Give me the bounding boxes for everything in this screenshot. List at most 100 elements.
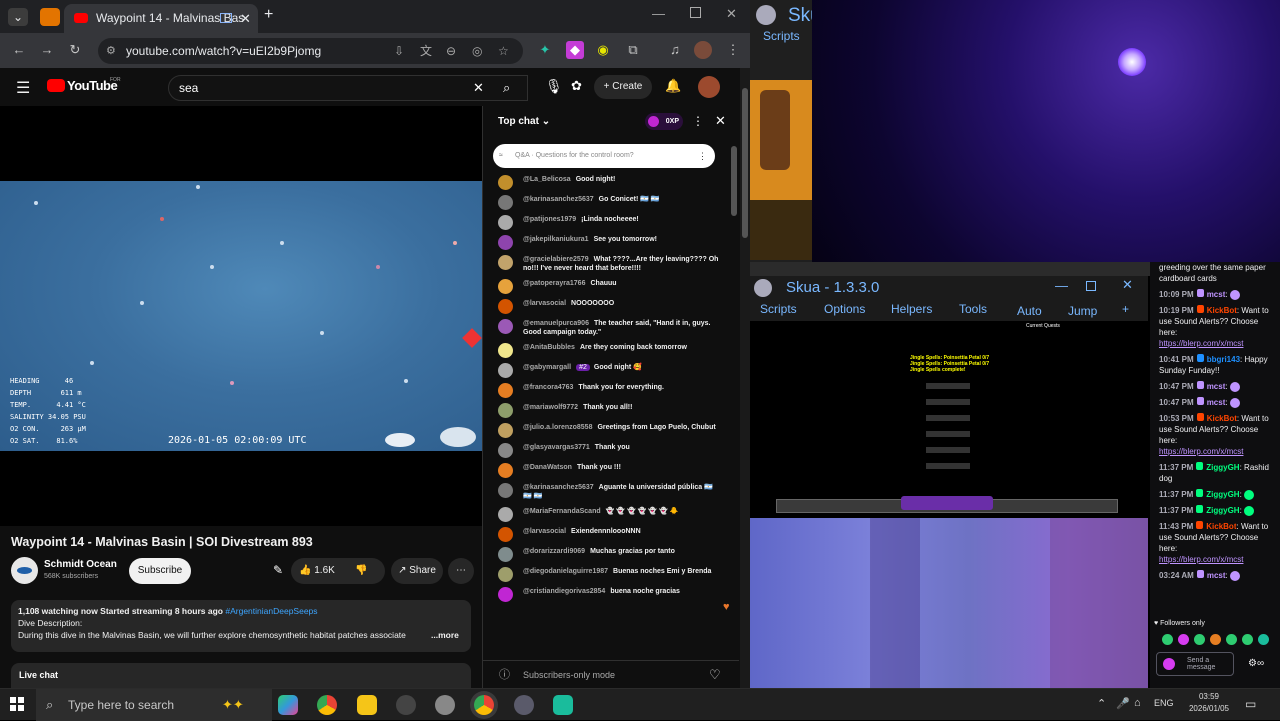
network-icon[interactable]: ⌂	[1134, 697, 1141, 709]
chat-author[interactable]: @patijones1979	[523, 216, 576, 223]
chat-avatar[interactable]	[498, 319, 513, 334]
tray-chevron-icon[interactable]: ⌃	[1097, 697, 1106, 710]
voice-search-icon[interactable]: 🎙	[545, 78, 563, 95]
chat-avatar[interactable]	[498, 507, 513, 522]
emote-icon[interactable]	[1258, 634, 1269, 645]
media-control-icon[interactable]: ♫	[666, 41, 684, 59]
close-window-icon[interactable]: ✕	[726, 6, 737, 22]
drop-item[interactable]	[926, 415, 970, 421]
chat-avatar[interactable]	[498, 255, 513, 270]
chat-author[interactable]: @DanaWatson	[523, 464, 572, 471]
twitch-username[interactable]: mcst	[1207, 571, 1226, 580]
chat-avatar[interactable]	[498, 443, 513, 458]
chat-avatar[interactable]	[498, 383, 513, 398]
chat-avatar[interactable]	[498, 423, 513, 438]
clock[interactable]: 03:59 2026/01/05	[1184, 691, 1234, 715]
skua-menu-auto[interactable]: Auto	[1017, 304, 1042, 318]
hashtag-link[interactable]: #ArgentinianDeepSeeps	[225, 606, 317, 616]
twitch-link[interactable]: https://blerp.com/x/mcst	[1159, 446, 1274, 457]
app-icon[interactable]	[553, 695, 573, 715]
chat-author[interactable]: @larvasocial	[523, 528, 566, 535]
chat-options-icon[interactable]: ⋮	[692, 114, 704, 128]
reload-icon[interactable]: ↻	[66, 41, 84, 59]
zoom-icon[interactable]: ⊖	[446, 38, 456, 64]
extension-icon[interactable]: ◉	[594, 41, 612, 59]
chrome-icon[interactable]	[317, 695, 337, 715]
create-button[interactable]: + Create	[594, 75, 652, 99]
skua-menu-options[interactable]: Options	[824, 302, 865, 316]
menu-icon[interactable]: ☰	[16, 78, 30, 98]
dislike-icon[interactable]: 👎	[355, 558, 367, 584]
chat-author[interactable]: @julio.a.lorenzo8558	[523, 424, 592, 431]
chat-avatar[interactable]	[498, 547, 513, 562]
chat-author[interactable]: @patoperayra1766	[523, 280, 585, 287]
extensions-puzzle-icon[interactable]: ⧉	[624, 41, 642, 59]
emote-icon[interactable]	[1242, 634, 1253, 645]
search-icon[interactable]: ⌕	[503, 76, 510, 100]
emote-icon[interactable]	[1162, 634, 1173, 645]
extension-icon[interactable]: ✿	[571, 78, 582, 94]
skua-menu-helpers[interactable]: Helpers	[891, 302, 932, 316]
chat-avatar[interactable]	[498, 483, 513, 498]
search-highlight-icon[interactable]: ✦✦	[222, 689, 244, 721]
twitch-username[interactable]: mcst	[1207, 382, 1226, 391]
drop-item[interactable]	[926, 431, 970, 437]
skua-close-icon[interactable]: ✕	[1122, 277, 1133, 293]
chat-author[interactable]: @emanuelpurca906	[523, 320, 589, 327]
chat-avatar[interactable]	[498, 403, 513, 418]
twitch-username[interactable]: ZiggyGH	[1206, 490, 1239, 499]
chat-author[interactable]: @mariawolf9772	[523, 404, 578, 411]
chat-author[interactable]: @gabymargall	[523, 364, 571, 371]
skua-game-canvas[interactable]: Current Quests Jingle Spells: Poinsettia…	[750, 321, 1148, 518]
skua-minimize-icon[interactable]: —	[1055, 278, 1068, 293]
chat-author[interactable]: @larvasocial	[523, 300, 566, 307]
like-icon[interactable]: 👍	[299, 565, 314, 576]
obs-icon[interactable]	[396, 695, 416, 715]
notifications-bell-icon[interactable]: 🔔	[665, 78, 681, 94]
chat-author[interactable]: @glasyavargas3771	[523, 444, 590, 451]
chat-author[interactable]: @francora4763	[523, 384, 573, 391]
chat-author[interactable]: @jakepilkaniukura1	[523, 236, 589, 243]
chat-avatar[interactable]	[498, 299, 513, 314]
channel-avatar[interactable]	[11, 557, 38, 584]
chat-avatar[interactable]	[498, 235, 513, 250]
chat-avatar[interactable]	[498, 463, 513, 478]
translate-icon[interactable]: 文	[420, 38, 432, 64]
qa-input[interactable]: ≈ Q&A · Questions for the control room? …	[493, 144, 715, 168]
skua-scripts-menu-small[interactable]: Scripts	[763, 29, 800, 43]
chat-author[interactable]: @karinasanchez5637	[523, 484, 594, 491]
tab-active[interactable]: Waypoint 14 - Malvinas Bas ✕	[64, 4, 258, 33]
picture-in-picture-icon[interactable]	[220, 13, 232, 23]
send-message-input[interactable]: Send a message	[1156, 652, 1234, 676]
chat-author[interactable]: @diegodanielaguirre1987	[523, 568, 608, 575]
close-chat-icon[interactable]: ✕	[715, 113, 726, 129]
chat-avatar[interactable]	[498, 587, 513, 602]
app-icon[interactable]	[514, 695, 534, 715]
skua-menu-tools[interactable]: Tools	[959, 302, 987, 316]
app-icon[interactable]	[435, 695, 455, 715]
copilot-icon[interactable]	[278, 695, 298, 715]
heart-reaction-button-icon[interactable]: ♡	[709, 661, 721, 688]
skua-menu-add[interactable]: +	[1122, 302, 1129, 316]
maximize-icon[interactable]	[690, 7, 701, 18]
skua-menu-scripts[interactable]: Scripts	[760, 302, 797, 316]
chat-author[interactable]: @La_Belicosa	[523, 176, 571, 183]
emote-icon[interactable]	[1210, 634, 1221, 645]
back-icon[interactable]: ←	[10, 41, 28, 59]
chat-avatar[interactable]	[498, 175, 513, 190]
minimize-icon[interactable]: —	[652, 6, 665, 21]
new-tab-icon[interactable]: +	[264, 6, 273, 24]
chat-mode-dropdown[interactable]: Top chat ⌄	[498, 116, 550, 127]
subscribe-button[interactable]: Subscribe	[129, 558, 191, 584]
chrome-active-icon[interactable]	[474, 695, 494, 715]
install-icon[interactable]: ⇩	[394, 38, 404, 64]
drop-item[interactable]	[926, 463, 970, 469]
drop-item[interactable]	[926, 383, 970, 389]
drop-item[interactable]	[926, 399, 970, 405]
video-player[interactable]: HEADING 46 DEPTH 611 m TEMP. 4.41 °C SAL…	[0, 106, 482, 526]
twitch-username[interactable]: KickBot	[1207, 306, 1237, 315]
emote-icon[interactable]	[1194, 634, 1205, 645]
profile-avatar[interactable]	[694, 41, 712, 59]
qa-options-icon[interactable]: ⋮	[698, 144, 707, 168]
taskbar-search-input[interactable]: ⌕ Type here to search ✦✦	[36, 689, 272, 721]
